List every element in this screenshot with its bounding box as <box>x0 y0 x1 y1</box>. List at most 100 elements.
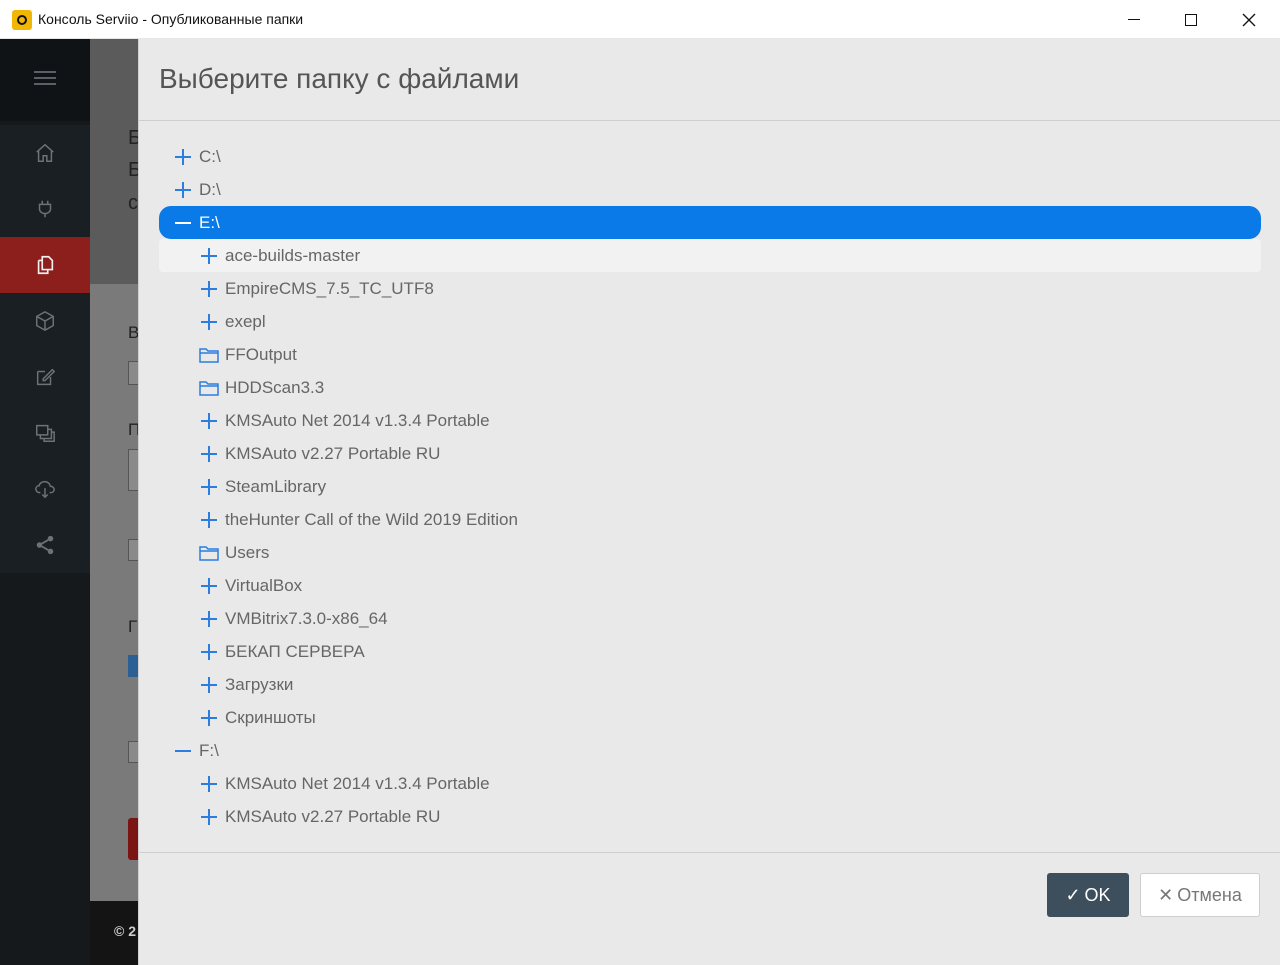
tree-item[interactable]: KMSAuto Net 2014 v1.3.4 Portable <box>159 767 1261 800</box>
tree-item-label: KMSAuto v2.27 Portable RU <box>225 806 441 826</box>
sidebar-item-home[interactable] <box>0 125 90 181</box>
background-fragment: Г <box>128 617 138 636</box>
tree-item[interactable]: FFOutput <box>159 338 1261 371</box>
maximize-icon <box>1185 13 1197 26</box>
collapse-icon[interactable] <box>173 741 193 761</box>
tree-item-label: SteamLibrary <box>225 476 327 496</box>
tree-item-label: Загрузки <box>225 674 294 694</box>
tree-item-label: VMBitrix7.3.0-x86_64 <box>225 608 388 628</box>
tree-item[interactable]: KMSAuto v2.27 Portable RU <box>159 800 1261 833</box>
tree-item-label: theHunter Call of the Wild 2019 Edition <box>225 509 518 529</box>
maximize-button[interactable] <box>1162 0 1220 39</box>
tree-item[interactable]: exepl <box>159 305 1261 338</box>
expand-icon[interactable] <box>199 774 219 794</box>
expand-icon[interactable] <box>199 279 219 299</box>
tree-item[interactable]: theHunter Call of the Wild 2019 Edition <box>159 503 1261 536</box>
expand-icon[interactable] <box>199 708 219 728</box>
sidebar-item-share[interactable] <box>0 517 90 573</box>
expand-icon[interactable] <box>199 675 219 695</box>
sidebar-item-edit[interactable] <box>0 349 90 405</box>
ok-button-label: OK <box>1084 884 1111 905</box>
tree-item-label: KMSAuto v2.27 Portable RU <box>225 443 441 463</box>
sidebar-item-cube[interactable] <box>0 293 90 349</box>
tree-item[interactable]: Users <box>159 536 1261 569</box>
expand-icon[interactable] <box>199 510 219 530</box>
tree-item-label: exepl <box>225 311 266 331</box>
tree-item[interactable]: EmpireCMS_7.5_TC_UTF8 <box>159 272 1261 305</box>
cancel-button[interactable]: ✕ Отмена <box>1140 873 1260 917</box>
tree-item-label: БЕКАП СЕРВЕРА <box>225 641 365 661</box>
tree-item[interactable]: F:\ <box>159 734 1261 767</box>
tree-item[interactable]: SteamLibrary <box>159 470 1261 503</box>
expand-icon[interactable] <box>199 609 219 629</box>
expand-icon[interactable] <box>199 411 219 431</box>
tree-item[interactable]: ace-builds-master <box>159 239 1261 272</box>
sidebar <box>0 39 90 965</box>
tree-item[interactable]: D:\ <box>159 173 1261 206</box>
background-fragment: с <box>128 192 138 214</box>
folder-icon <box>199 380 219 396</box>
hamburger-icon[interactable] <box>34 71 56 85</box>
plug-icon <box>38 200 52 218</box>
share-icon <box>36 535 54 555</box>
expand-icon[interactable] <box>173 147 193 167</box>
tree-item-label: Скриншоты <box>225 707 316 727</box>
expand-icon[interactable] <box>173 180 193 200</box>
cloud-icon <box>35 480 55 499</box>
tree-item[interactable]: KMSAuto v2.27 Portable RU <box>159 437 1261 470</box>
expand-icon[interactable] <box>199 807 219 827</box>
sidebar-header <box>0 39 90 121</box>
close-button[interactable] <box>1220 0 1278 39</box>
sidebar-item-layers[interactable] <box>0 405 90 461</box>
tree-item[interactable]: E:\ <box>159 206 1261 239</box>
cube-icon <box>36 310 54 332</box>
home-icon <box>36 143 54 162</box>
tree-item[interactable]: KMSAuto Net 2014 v1.3.4 Portable <box>159 404 1261 437</box>
tree-item[interactable]: Загрузки <box>159 668 1261 701</box>
tree-item-label: F:\ <box>199 740 219 760</box>
expand-icon[interactable] <box>199 312 219 332</box>
expand-icon[interactable] <box>199 477 219 497</box>
tree-item-label: Users <box>225 542 270 562</box>
title-bar: Консоль Serviio - Опубликованные папки <box>0 0 1280 39</box>
tree-item-label: D:\ <box>199 179 221 199</box>
expand-icon[interactable] <box>199 576 219 596</box>
expand-icon[interactable] <box>199 246 219 266</box>
tree-item[interactable]: C:\ <box>159 140 1261 173</box>
expand-icon[interactable] <box>199 642 219 662</box>
tree-item[interactable]: БЕКАП СЕРВЕРА <box>159 635 1261 668</box>
sidebar-empty-area <box>0 573 90 965</box>
close-icon <box>1242 13 1256 26</box>
folder-tree: C:\ D:\ E:\ ace-builds-master EmpireCMS_7.5_… <box>139 123 1280 851</box>
window-title: Консоль Serviio - Опубликованные папки <box>38 11 304 27</box>
folder-picker-dialog: Выберите папку с файлами C:\ D:\ E:\ ace-bu… <box>138 39 1280 965</box>
collapse-icon[interactable] <box>173 213 193 233</box>
folder-icon <box>199 545 219 561</box>
cancel-button-label: Отмена <box>1177 884 1242 905</box>
tree-item[interactable]: Скриншоты <box>159 701 1261 734</box>
tree-item-label: VirtualBox <box>225 575 303 595</box>
minimize-icon <box>1128 19 1140 20</box>
sidebar-item-cloud[interactable] <box>0 461 90 517</box>
dialog-title: Выберите папку с файлами <box>159 63 520 94</box>
tree-item-label: ace-builds-master <box>225 245 361 265</box>
tree-item-label: KMSAuto Net 2014 v1.3.4 Portable <box>225 773 490 793</box>
tree-item[interactable]: VirtualBox <box>159 569 1261 602</box>
tree-item-label: E:\ <box>199 212 220 232</box>
tree-item-label: EmpireCMS_7.5_TC_UTF8 <box>225 278 434 298</box>
tree-item-label: HDDScan3.3 <box>225 377 325 397</box>
expand-icon[interactable] <box>199 444 219 464</box>
sidebar-item-folders[interactable] <box>0 237 90 293</box>
dialog-footer: ✓ OK ✕ Отмена <box>139 852 1280 965</box>
tree-item[interactable]: HDDScan3.3 <box>159 371 1261 404</box>
copy-folders-icon <box>37 255 54 275</box>
serviio-logo-icon <box>12 10 32 30</box>
close-icon: ✕ <box>1158 884 1174 905</box>
minimize-button[interactable] <box>1105 0 1163 39</box>
folder-icon <box>199 347 219 363</box>
tree-item[interactable]: VMBitrix7.3.0-x86_64 <box>159 602 1261 635</box>
sidebar-item-plug[interactable] <box>0 181 90 237</box>
ok-button[interactable]: ✓ OK <box>1047 873 1129 917</box>
copyright-text: © 2 <box>114 923 136 939</box>
check-icon: ✓ <box>1065 884 1081 905</box>
